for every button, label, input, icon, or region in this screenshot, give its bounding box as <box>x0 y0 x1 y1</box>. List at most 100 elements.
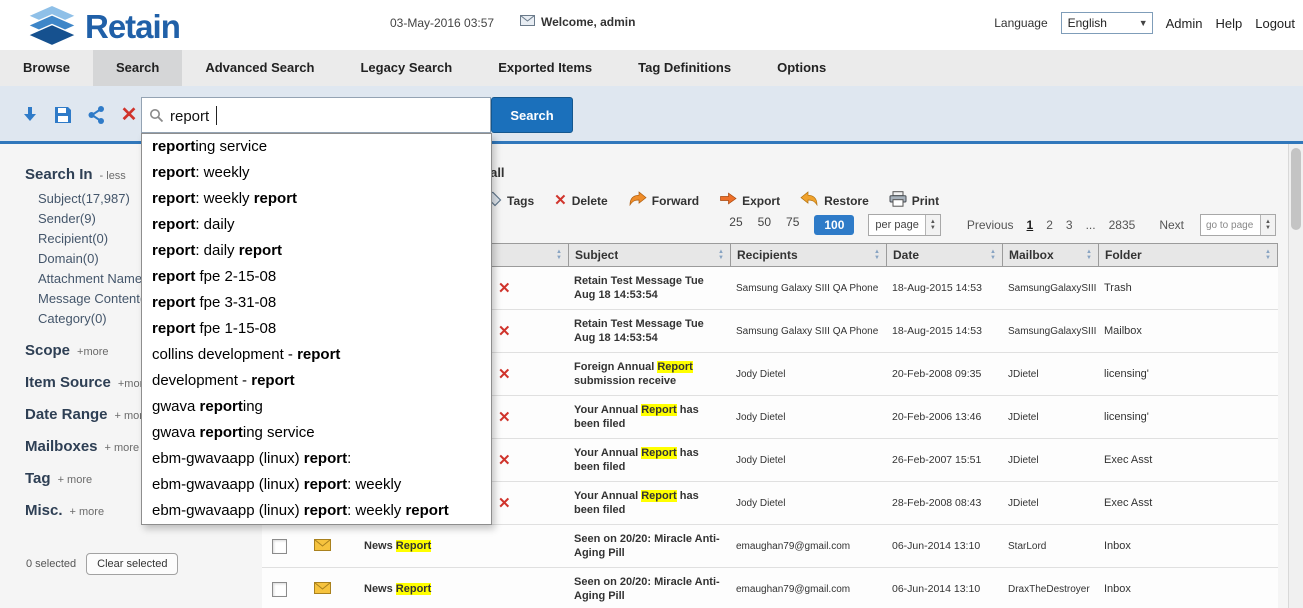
subject-cell[interactable]: Retain Test Message Tue Aug 18 14:53:54 <box>568 274 730 302</box>
subject-cell[interactable]: Foreign Annual Report submission receive <box>568 360 730 388</box>
export-button[interactable]: Export <box>719 192 780 210</box>
search-suggestion[interactable]: report: daily <box>142 212 491 238</box>
forward-button[interactable]: Forward <box>628 191 699 211</box>
vertical-scrollbar[interactable] <box>1288 144 1303 608</box>
go-to-page-spinner[interactable]: ▲▼ <box>1260 215 1275 235</box>
scrollbar-thumb[interactable] <box>1291 148 1301 230</box>
date-cell: 26-Feb-2007 15:51 <box>886 454 1002 466</box>
page-number-3[interactable]: 3 <box>1066 218 1073 232</box>
clear-search-icon[interactable]: ✕ <box>117 103 141 127</box>
status-cell: ✕ <box>490 367 568 382</box>
sort-arrows-icon[interactable]: ▲▼ <box>556 249 562 261</box>
search-suggestion[interactable]: ebm-gwavaapp (linux) report: <box>142 446 491 472</box>
retain-logo[interactable]: Retain <box>26 3 180 51</box>
page-ellipsis: ... <box>1086 218 1096 232</box>
query-match: report <box>200 424 243 441</box>
action-label: Forward <box>652 194 699 208</box>
section-toggle[interactable]: +more <box>77 346 109 358</box>
next-button[interactable]: Next <box>1159 218 1184 232</box>
header-recipients-column[interactable]: Recipients▲▼ <box>731 244 887 266</box>
query-match: report <box>297 346 340 363</box>
search-suggestion[interactable]: report: weekly report <box>142 186 491 212</box>
page-number-1[interactable]: 1 <box>1027 218 1034 232</box>
action-label: Restore <box>824 194 869 208</box>
sort-arrows-icon[interactable]: ▲▼ <box>1265 249 1271 261</box>
subject-cell[interactable]: Seen on 20/20: Miracle Anti-Aging Pill <box>568 575 730 603</box>
header-subject-column[interactable]: Subject▲▼ <box>569 244 731 266</box>
share-icon[interactable] <box>84 103 108 127</box>
sort-arrows-icon[interactable]: ▲▼ <box>718 249 724 261</box>
section-title: Tag <box>25 470 51 487</box>
language-label: Language <box>994 16 1047 30</box>
search-suggestion[interactable]: ebm-gwavaapp (linux) report: weekly repo… <box>142 498 491 524</box>
sort-arrows-icon[interactable]: ▲▼ <box>874 249 880 261</box>
page-size-75[interactable]: 75 <box>786 215 799 235</box>
tab-tag-definitions[interactable]: Tag Definitions <box>615 50 754 86</box>
print-icon <box>889 191 907 212</box>
language-select[interactable]: English ▼ <box>1061 12 1153 34</box>
tab-browse[interactable]: Browse <box>0 50 93 86</box>
previous-button[interactable]: Previous <box>967 218 1014 232</box>
delete-button[interactable]: ✕Delete <box>554 192 608 210</box>
tab-advanced-search[interactable]: Advanced Search <box>182 50 337 86</box>
tab-search[interactable]: Search <box>93 50 182 86</box>
per-page-spinner[interactable]: ▲▼ <box>925 215 940 235</box>
print-button[interactable]: Print <box>889 191 939 212</box>
tags-button[interactable]: Tags <box>486 191 534 212</box>
save-icon[interactable] <box>51 103 75 127</box>
subject-cell[interactable]: Retain Test Message Tue Aug 18 14:53:54 <box>568 317 730 345</box>
page-size-25[interactable]: 25 <box>729 215 742 235</box>
restore-button[interactable]: Restore <box>800 191 869 211</box>
spinner-down-icon[interactable]: ▼ <box>1265 225 1271 231</box>
header-date-column[interactable]: Date▲▼ <box>887 244 1003 266</box>
date-cell: 06-Jun-2014 13:10 <box>886 583 1002 595</box>
logout-link[interactable]: Logout <box>1255 16 1295 31</box>
search-suggestion[interactable]: gwava reporting <box>142 394 491 420</box>
section-toggle[interactable]: + more <box>70 506 105 518</box>
sort-arrows-icon[interactable]: ▲▼ <box>1086 249 1092 261</box>
header-mailbox-column[interactable]: Mailbox▲▼ <box>1003 244 1099 266</box>
admin-link[interactable]: Admin <box>1166 16 1203 31</box>
search-suggestion[interactable]: report: daily report <box>142 238 491 264</box>
sort-arrows-icon[interactable]: ▲▼ <box>990 249 996 261</box>
header-folder-column[interactable]: Folder▲▼ <box>1099 244 1277 266</box>
row-checkbox[interactable] <box>272 582 287 597</box>
per-page-control[interactable]: per page ▲▼ <box>868 214 940 236</box>
page-size-100[interactable]: 100 <box>814 215 854 235</box>
tab-options[interactable]: Options <box>754 50 849 86</box>
help-link[interactable]: Help <box>1215 16 1242 31</box>
download-icon[interactable] <box>18 103 42 127</box>
section-toggle[interactable]: - less <box>100 170 126 182</box>
status-cell: ✕ <box>490 324 568 339</box>
search-button[interactable]: Search <box>491 97 573 133</box>
subject-cell[interactable]: Your Annual Report has been filed <box>568 489 730 517</box>
search-suggestion[interactable]: report fpe 2-15-08 <box>142 264 491 290</box>
subject-cell[interactable]: Seen on 20/20: Miracle Anti-Aging Pill <box>568 532 730 560</box>
row-checkbox[interactable] <box>272 539 287 554</box>
subject-cell[interactable]: Your Annual Report has been filed <box>568 403 730 431</box>
search-suggestion[interactable]: collins development - report <box>142 342 491 368</box>
search-suggestion[interactable]: reporting service <box>142 134 491 160</box>
result-row[interactable]: News ReportSeen on 20/20: Miracle Anti-A… <box>262 525 1278 568</box>
go-to-page-control[interactable]: go to page ▲▼ <box>1200 214 1276 236</box>
page-number-2835[interactable]: 2835 <box>1109 218 1136 232</box>
search-suggestion[interactable]: ebm-gwavaapp (linux) report: weekly <box>142 472 491 498</box>
subject-cell[interactable]: Your Annual Report has been filed <box>568 446 730 474</box>
section-toggle[interactable]: + more <box>105 442 140 454</box>
tab-exported-items[interactable]: Exported Items <box>475 50 615 86</box>
result-row[interactable]: News ReportSeen on 20/20: Miracle Anti-A… <box>262 568 1278 608</box>
section-toggle[interactable]: + more <box>58 474 93 486</box>
page-size-50[interactable]: 50 <box>758 215 771 235</box>
header-status-column[interactable]: ▲▼ <box>491 244 569 266</box>
tab-legacy-search[interactable]: Legacy Search <box>337 50 475 86</box>
search-suggestion[interactable]: gwava reporting service <box>142 420 491 446</box>
spinner-down-icon[interactable]: ▼ <box>930 225 936 231</box>
search-suggestion[interactable]: report fpe 3-31-08 <box>142 290 491 316</box>
search-suggestion[interactable]: development - report <box>142 368 491 394</box>
search-suggestion[interactable]: report fpe 1-15-08 <box>142 316 491 342</box>
deleted-icon: ✕ <box>498 280 511 297</box>
clear-selected-button[interactable]: Clear selected <box>86 553 178 575</box>
page-number-2[interactable]: 2 <box>1046 218 1053 232</box>
action-label: Tags <box>507 194 534 208</box>
search-suggestion[interactable]: report: weekly <box>142 160 491 186</box>
